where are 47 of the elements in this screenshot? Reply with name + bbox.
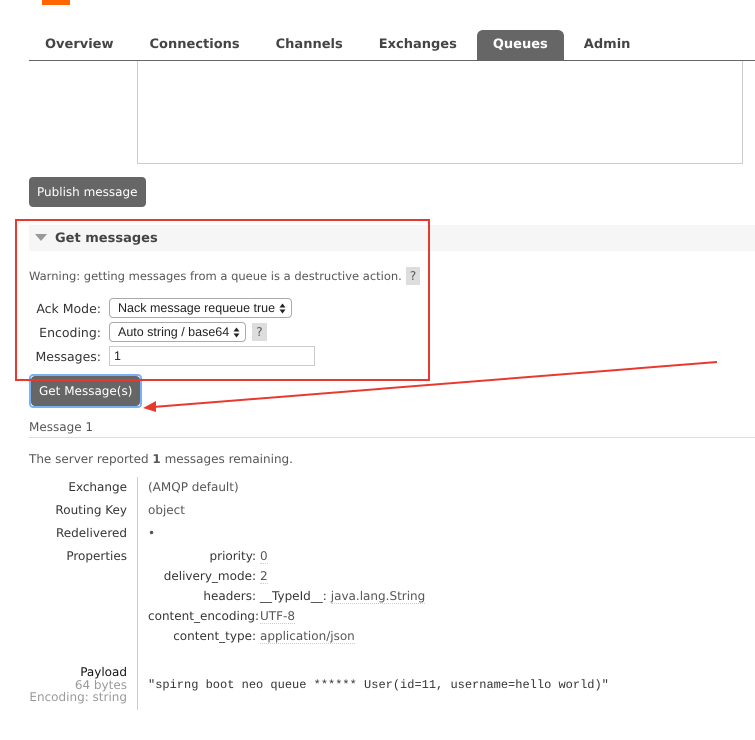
row-value: (AMQP default) bbox=[148, 480, 239, 494]
section-title: Get messages bbox=[55, 230, 158, 246]
select-field[interactable]: Auto string / base64 bbox=[109, 322, 246, 342]
nav-tab[interactable]: Connections bbox=[134, 30, 256, 60]
property-value: 0 bbox=[260, 549, 268, 564]
payload-label: Payload bbox=[80, 666, 127, 679]
row-value: object bbox=[148, 503, 185, 517]
row-label: Redelivered bbox=[29, 523, 138, 546]
section-header[interactable]: Get messages bbox=[29, 225, 755, 251]
help-button[interactable]: ? bbox=[406, 267, 420, 285]
property-key: priority: bbox=[148, 549, 256, 563]
property-value: UTF-8 bbox=[260, 609, 295, 624]
property-value: java.lang.String bbox=[330, 589, 426, 604]
updown-arrows-icon bbox=[233, 326, 240, 338]
row-label: Exchange bbox=[29, 477, 138, 500]
field-label: Ack Mode: bbox=[35, 300, 101, 316]
message-title: Message 1 bbox=[29, 420, 755, 438]
logo-drawing bbox=[42, 0, 70, 5]
row-label: Routing Key bbox=[29, 500, 138, 523]
get-messages-button[interactable]: Get Message(s) bbox=[31, 376, 140, 406]
select-field[interactable]: Nack message requeue true bbox=[109, 298, 292, 318]
field-label: Messages: bbox=[34, 348, 101, 364]
property-key: content_type: bbox=[148, 629, 256, 643]
nav-tab[interactable]: Exchanges bbox=[362, 30, 473, 60]
property-key: content_encoding: bbox=[148, 609, 256, 623]
nav-tab[interactable]: Admin bbox=[568, 30, 646, 60]
property-value: 2 bbox=[260, 569, 268, 584]
warning-text: Warning: getting messages from a queue is a destructive action. bbox=[29, 269, 402, 283]
input-field[interactable]: 1 bbox=[109, 346, 315, 366]
property-key: delivery_mode: bbox=[148, 569, 256, 583]
row-label: Properties bbox=[29, 546, 138, 663]
updown-arrows-icon bbox=[279, 302, 286, 314]
property-value: application/json bbox=[260, 629, 355, 644]
summary-text: The server reported 1 messages remaining. bbox=[29, 452, 294, 466]
payload-textarea[interactable] bbox=[137, 61, 743, 164]
property-key: headers: bbox=[148, 589, 256, 603]
field-label: Encoding: bbox=[38, 324, 101, 340]
payload-value: "spirng boot neo queue ****** User(id=11, username=hello world)" bbox=[148, 678, 609, 692]
nav-tab[interactable]: Overview bbox=[29, 30, 130, 60]
help-button[interactable]: ? bbox=[252, 323, 267, 341]
nav-tab[interactable]: Channels bbox=[260, 30, 359, 60]
header-key: __TypeId__: bbox=[260, 589, 327, 603]
publish-button[interactable]: Publish message bbox=[29, 177, 146, 207]
nav-tab[interactable]: Queues bbox=[476, 30, 564, 60]
payload-encoding: Encoding: string bbox=[29, 691, 127, 704]
payload-size: 64 bytes bbox=[74, 678, 127, 692]
row-value: • bbox=[148, 526, 156, 540]
